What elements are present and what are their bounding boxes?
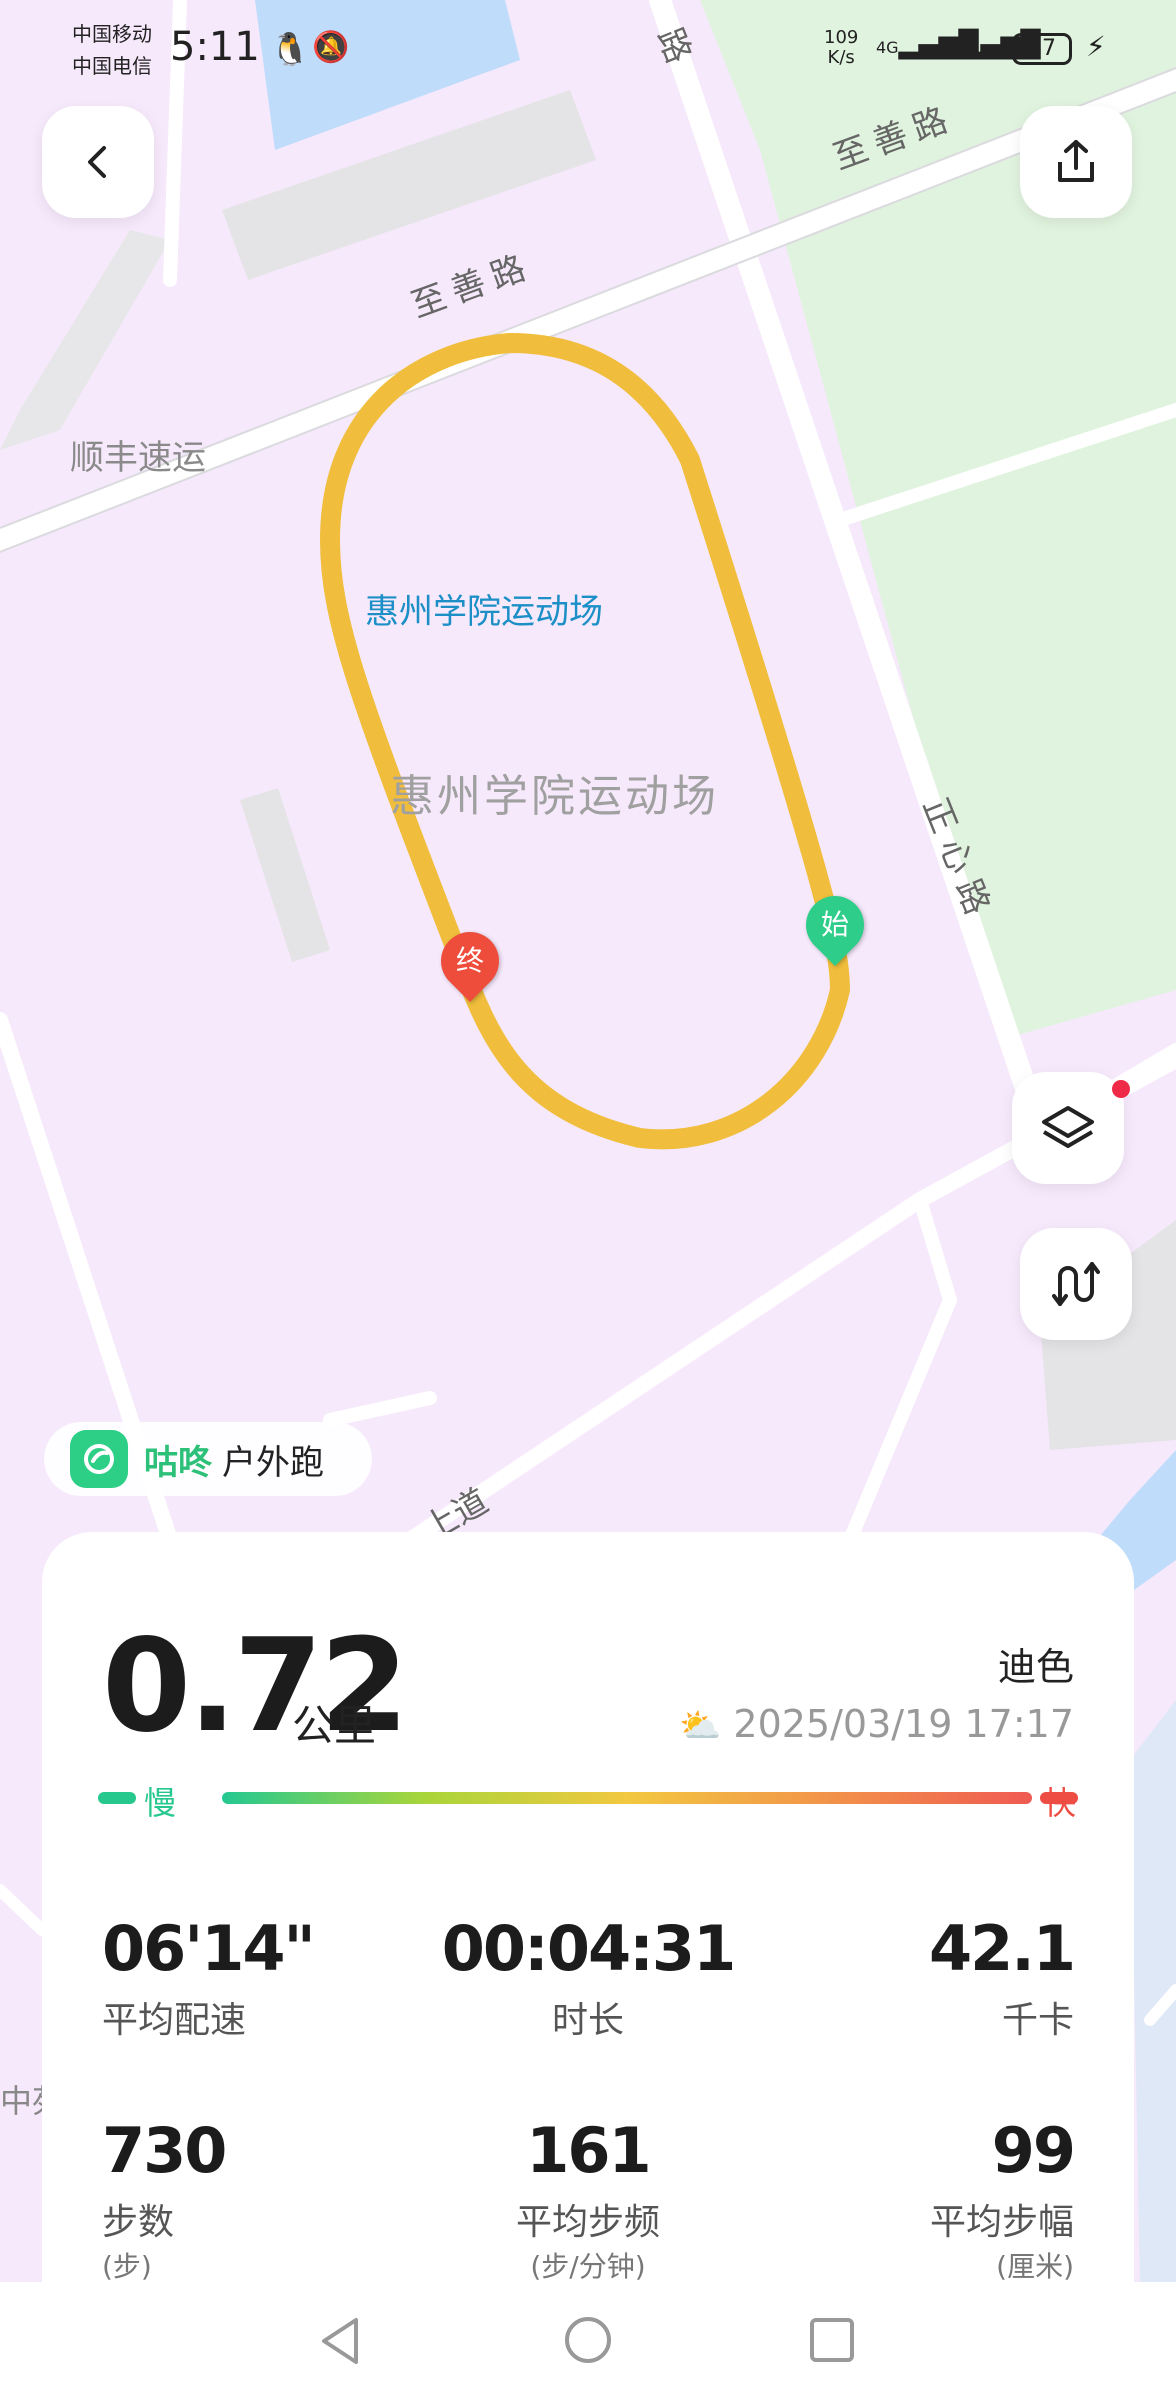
battery-icon: 67: [1012, 33, 1072, 65]
stat-calories: 42.1 千卡: [929, 1912, 1076, 2041]
pace-slow-label: 慢: [144, 1784, 177, 1822]
pace-slow-swatch: [98, 1792, 136, 1804]
status-time: 5:11: [170, 24, 260, 70]
user-name: 迪色: [997, 1645, 1074, 1689]
network-speed: 109 K/s: [824, 27, 859, 68]
notification-dot: [1112, 1080, 1130, 1098]
qq-icon: 🐧: [270, 30, 310, 68]
pace-fast-swatch: [1040, 1792, 1078, 1804]
pace-legend: 慢 快: [98, 1776, 1078, 1822]
distance-unit: 公里: [292, 1701, 377, 1750]
start-marker: 始: [793, 883, 877, 967]
mute-bell-icon: 🔕: [312, 30, 350, 65]
back-button[interactable]: [42, 106, 154, 218]
end-marker: 终: [428, 919, 512, 1003]
workout-summary-card: 0.72 公里 迪色 ⛅ 2025/03/19 17:17 慢 快 06'14"…: [42, 1532, 1134, 2292]
workout-datetime: ⛅ 2025/03/19 17:17: [678, 1702, 1074, 1746]
carrier-info: 中国移动 中国电信: [72, 22, 152, 78]
route-replay-button[interactable]: [1020, 1228, 1132, 1340]
stadium-label: 惠州学院运动场: [365, 592, 603, 632]
share-icon: [1058, 140, 1094, 182]
stat-duration: 00:04:31 时长: [441, 1912, 736, 2041]
stadium-area-label: 惠州学院运动场: [390, 771, 719, 822]
sport-type: 户外跑: [222, 1442, 324, 1483]
stat-cadence: 161 平均步频 (步/分钟): [515, 2114, 660, 2283]
chevron-left-icon: [88, 146, 106, 178]
nav-home-icon[interactable]: [562, 2314, 614, 2366]
share-button[interactable]: [1020, 106, 1132, 218]
layers-icon: [1042, 1106, 1094, 1148]
map-layers-button[interactable]: [1012, 1072, 1124, 1184]
stat-steps: 730 步数 (步): [102, 2114, 227, 2283]
partly-cloudy-icon: ⛅: [678, 1706, 722, 1746]
nav-back-icon[interactable]: [316, 2314, 366, 2368]
poi-label: 顺丰速运: [70, 438, 206, 478]
stat-avg-pace: 06'14" 平均配速: [102, 1912, 316, 2041]
app-badge: 咕咚 户外跑: [44, 1422, 372, 1496]
app-name: 咕咚: [144, 1442, 212, 1483]
route-icon: [1052, 1262, 1100, 1306]
nav-recents-icon[interactable]: [808, 2316, 856, 2364]
pace-gradient-bar: [222, 1792, 1032, 1804]
charging-icon: ⚡: [1086, 30, 1106, 63]
codoon-logo-icon: [70, 1430, 128, 1488]
system-nav-bar: [0, 2282, 1176, 2400]
stat-stride: 99 平均步幅 (厘米): [929, 2114, 1076, 2283]
status-bar: 中国移动 中国电信 5:11 🐧 🔕 109 K/s 4G▂▄▆█ 5G▂▄▆█…: [0, 0, 1176, 110]
